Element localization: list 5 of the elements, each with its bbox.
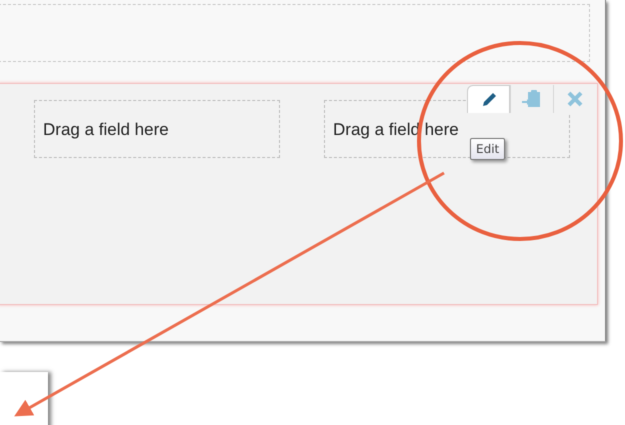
tooltip: Edit [470,138,506,160]
clipboard-icon [521,89,543,109]
close-icon [567,91,583,107]
edit-button[interactable] [467,85,510,113]
drop-zone[interactable]: Drag a field here [34,100,280,158]
